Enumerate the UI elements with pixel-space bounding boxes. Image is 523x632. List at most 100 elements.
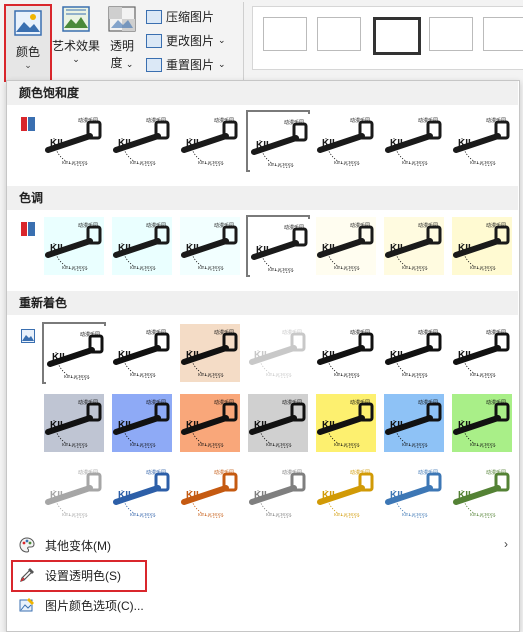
svg-text:KILL SCHOOL: KILL SCHOOL [268,162,295,167]
saturation-option[interactable]: 动漫乐园 KIL KILL SCHOOL [110,110,174,172]
svg-text:KIL: KIL [322,243,338,254]
recolor-option[interactable]: 动漫乐园 KIL KILL SCHOOL [246,462,310,524]
recolor-option[interactable]: 动漫乐园 KIL KILL SCHOOL [178,322,242,384]
svg-text:KILL SCHOOL: KILL SCHOOL [334,442,361,447]
svg-text:动漫乐园: 动漫乐园 [284,224,304,231]
logo-thumbnail: 动漫乐园 KIL KILL SCHOOL [180,464,240,522]
recolor-option[interactable]: 动漫乐园 KIL KILL SCHOOL [382,392,446,454]
picture-style-1[interactable] [263,17,307,51]
svg-text:KIL: KIL [186,420,202,431]
svg-text:动漫乐园: 动漫乐园 [350,222,370,229]
saturation-option[interactable]: 动漫乐园 KIL KILL SCHOOL [246,110,310,172]
recolor-option[interactable]: 动漫乐园 KIL KILL SCHOOL [178,462,242,524]
recolor-option[interactable]: 动漫乐园 KIL KILL SCHOOL [110,392,174,454]
saturation-option[interactable]: 动漫乐园 KIL KILL SCHOOL [314,110,378,172]
svg-text:KILL SCHOOL: KILL SCHOOL [198,512,225,517]
svg-text:KIL: KIL [390,350,406,361]
svg-text:动漫乐园: 动漫乐园 [486,469,506,476]
svg-text:动漫乐园: 动漫乐园 [350,469,370,476]
logo-thumbnail: 动漫乐园 KIL KILL SCHOOL [384,112,444,170]
saturation-option[interactable]: 动漫乐园 KIL KILL SCHOOL [382,110,446,172]
svg-text:KILL SCHOOL: KILL SCHOOL [198,265,225,270]
recolor-option[interactable]: 动漫乐园 KIL KILL SCHOOL [110,462,174,524]
transparency-button[interactable]: 透明 度 ⌄ [100,6,144,71]
saturation-option[interactable]: 动漫乐园 KIL KILL SCHOOL [178,110,242,172]
svg-text:动漫乐园: 动漫乐园 [486,222,506,229]
picture-color-options-label: 图片颜色选项(C)... [45,598,144,613]
recolor-option[interactable]: 动漫乐园 KIL KILL SCHOOL [382,462,446,524]
tone-option[interactable]: 动漫乐园 KIL KILL SCHOOL [110,215,174,277]
recolor-option[interactable]: 动漫乐园 KIL KILL SCHOOL [314,392,378,454]
chevron-down-icon: ⌄ [218,59,226,69]
svg-text:动漫乐园: 动漫乐园 [350,399,370,406]
svg-text:KIL: KIL [390,138,406,149]
reset-picture-icon [146,57,162,72]
tone-option[interactable]: 动漫乐园 KIL KILL SCHOOL [246,215,310,277]
recolor-option[interactable]: 动漫乐园 KIL KILL SCHOOL [42,392,106,454]
section-tone-header: 色调 [7,186,518,210]
svg-text:KIL: KIL [458,490,474,501]
picture-color-options-item[interactable]: 图片颜色选项(C)... [7,593,518,617]
logo-thumbnail: 动漫乐园 KIL KILL SCHOOL [250,219,310,277]
recolor-option[interactable]: 动漫乐园 KIL KILL SCHOOL [450,462,514,524]
picture-style-2[interactable] [317,17,361,51]
tone-option[interactable]: 动漫乐园 KIL KILL SCHOOL [382,215,446,277]
artistic-effects-button[interactable]: 艺术效果 ⌄ [52,6,100,65]
chevron-down-icon: ⌄ [24,60,32,70]
picture-style-4[interactable] [429,17,473,51]
ribbon-separator [243,2,244,80]
color-button[interactable]: 颜色 ⌄ [4,4,52,82]
svg-text:动漫乐园: 动漫乐园 [78,399,98,406]
logo-thumbnail: 动漫乐园 KIL KILL SCHOOL [452,324,512,382]
compress-icon [146,9,162,24]
svg-text:KILL SCHOOL: KILL SCHOOL [130,265,157,270]
svg-text:动漫乐园: 动漫乐园 [418,222,438,229]
tone-option[interactable]: 动漫乐园 KIL KILL SCHOOL [450,215,514,277]
saturation-option[interactable]: 动漫乐园 KIL KILL SCHOOL [42,110,106,172]
svg-text:KIL: KIL [322,490,338,501]
change-picture-button[interactable]: 更改图片 ⌄ [146,32,226,49]
compress-pictures-button[interactable]: 压缩图片 [146,8,214,25]
logo-thumbnail: 动漫乐园 KIL KILL SCHOOL [248,464,308,522]
recolor-option[interactable]: 动漫乐园 KIL KILL SCHOOL [450,322,514,384]
recolor-option[interactable]: 动漫乐园 KIL KILL SCHOOL [246,322,310,384]
svg-text:动漫乐园: 动漫乐园 [350,329,370,336]
tone-option[interactable]: 动漫乐园 KIL KILL SCHOOL [178,215,242,277]
recolor-option[interactable]: 动漫乐园 KIL KILL SCHOOL [450,392,514,454]
logo-thumbnail: 动漫乐园 KIL KILL SCHOOL [180,112,240,170]
svg-text:动漫乐园: 动漫乐园 [282,399,302,406]
svg-text:KIL: KIL [118,350,134,361]
more-variants-item[interactable]: 其他变体(M) › [7,533,518,557]
recolor-option[interactable]: 动漫乐园 KIL KILL SCHOOL [178,392,242,454]
color-button-label: 颜色 [15,45,40,59]
tone-option[interactable]: 动漫乐园 KIL KILL SCHOOL [42,215,106,277]
svg-text:KILL SCHOOL: KILL SCHOOL [62,265,89,270]
recolor-option[interactable]: 动漫乐园 KIL KILL SCHOOL [314,322,378,384]
saturation-option[interactable]: 动漫乐园 KIL KILL SCHOOL [450,110,514,172]
svg-text:动漫乐园: 动漫乐园 [486,399,506,406]
picture-style-5[interactable] [483,17,523,51]
svg-text:动漫乐园: 动漫乐园 [418,399,438,406]
chevron-down-icon: ⌄ [72,54,80,64]
svg-text:KILL SCHOOL: KILL SCHOOL [62,442,89,447]
picture-style-3[interactable] [373,17,421,55]
svg-text:KIL: KIL [118,420,134,431]
picture-styles-gallery [252,6,523,70]
recolor-option[interactable]: 动漫乐园 KIL KILL SCHOOL [110,322,174,384]
logo-thumbnail: 动漫乐园 KIL KILL SCHOOL [112,112,172,170]
recolor-option[interactable]: 动漫乐园 KIL KILL SCHOOL [382,322,446,384]
reset-picture-button[interactable]: 重置图片 ⌄ [146,56,226,73]
svg-text:KILL SCHOOL: KILL SCHOOL [268,267,295,272]
svg-text:KILL SCHOOL: KILL SCHOOL [334,160,361,165]
recolor-option[interactable]: 动漫乐园 KIL KILL SCHOOL [246,392,310,454]
section-saturation-header: 颜色饱和度 [7,81,518,105]
recolor-option[interactable]: 动漫乐园 KIL KILL SCHOOL [314,462,378,524]
svg-text:KILL SCHOOL: KILL SCHOOL [402,442,429,447]
recolor-option[interactable]: 动漫乐园 KIL KILL SCHOOL [42,462,106,524]
recolor-option[interactable]: 动漫乐园 KIL KILL SCHOOL [42,322,106,384]
svg-text:KIL: KIL [390,243,406,254]
section-recolor-header: 重新着色 [7,291,518,315]
tone-option[interactable]: 动漫乐园 KIL KILL SCHOOL [314,215,378,277]
svg-text:KIL: KIL [186,490,202,501]
svg-text:KIL: KIL [254,420,270,431]
